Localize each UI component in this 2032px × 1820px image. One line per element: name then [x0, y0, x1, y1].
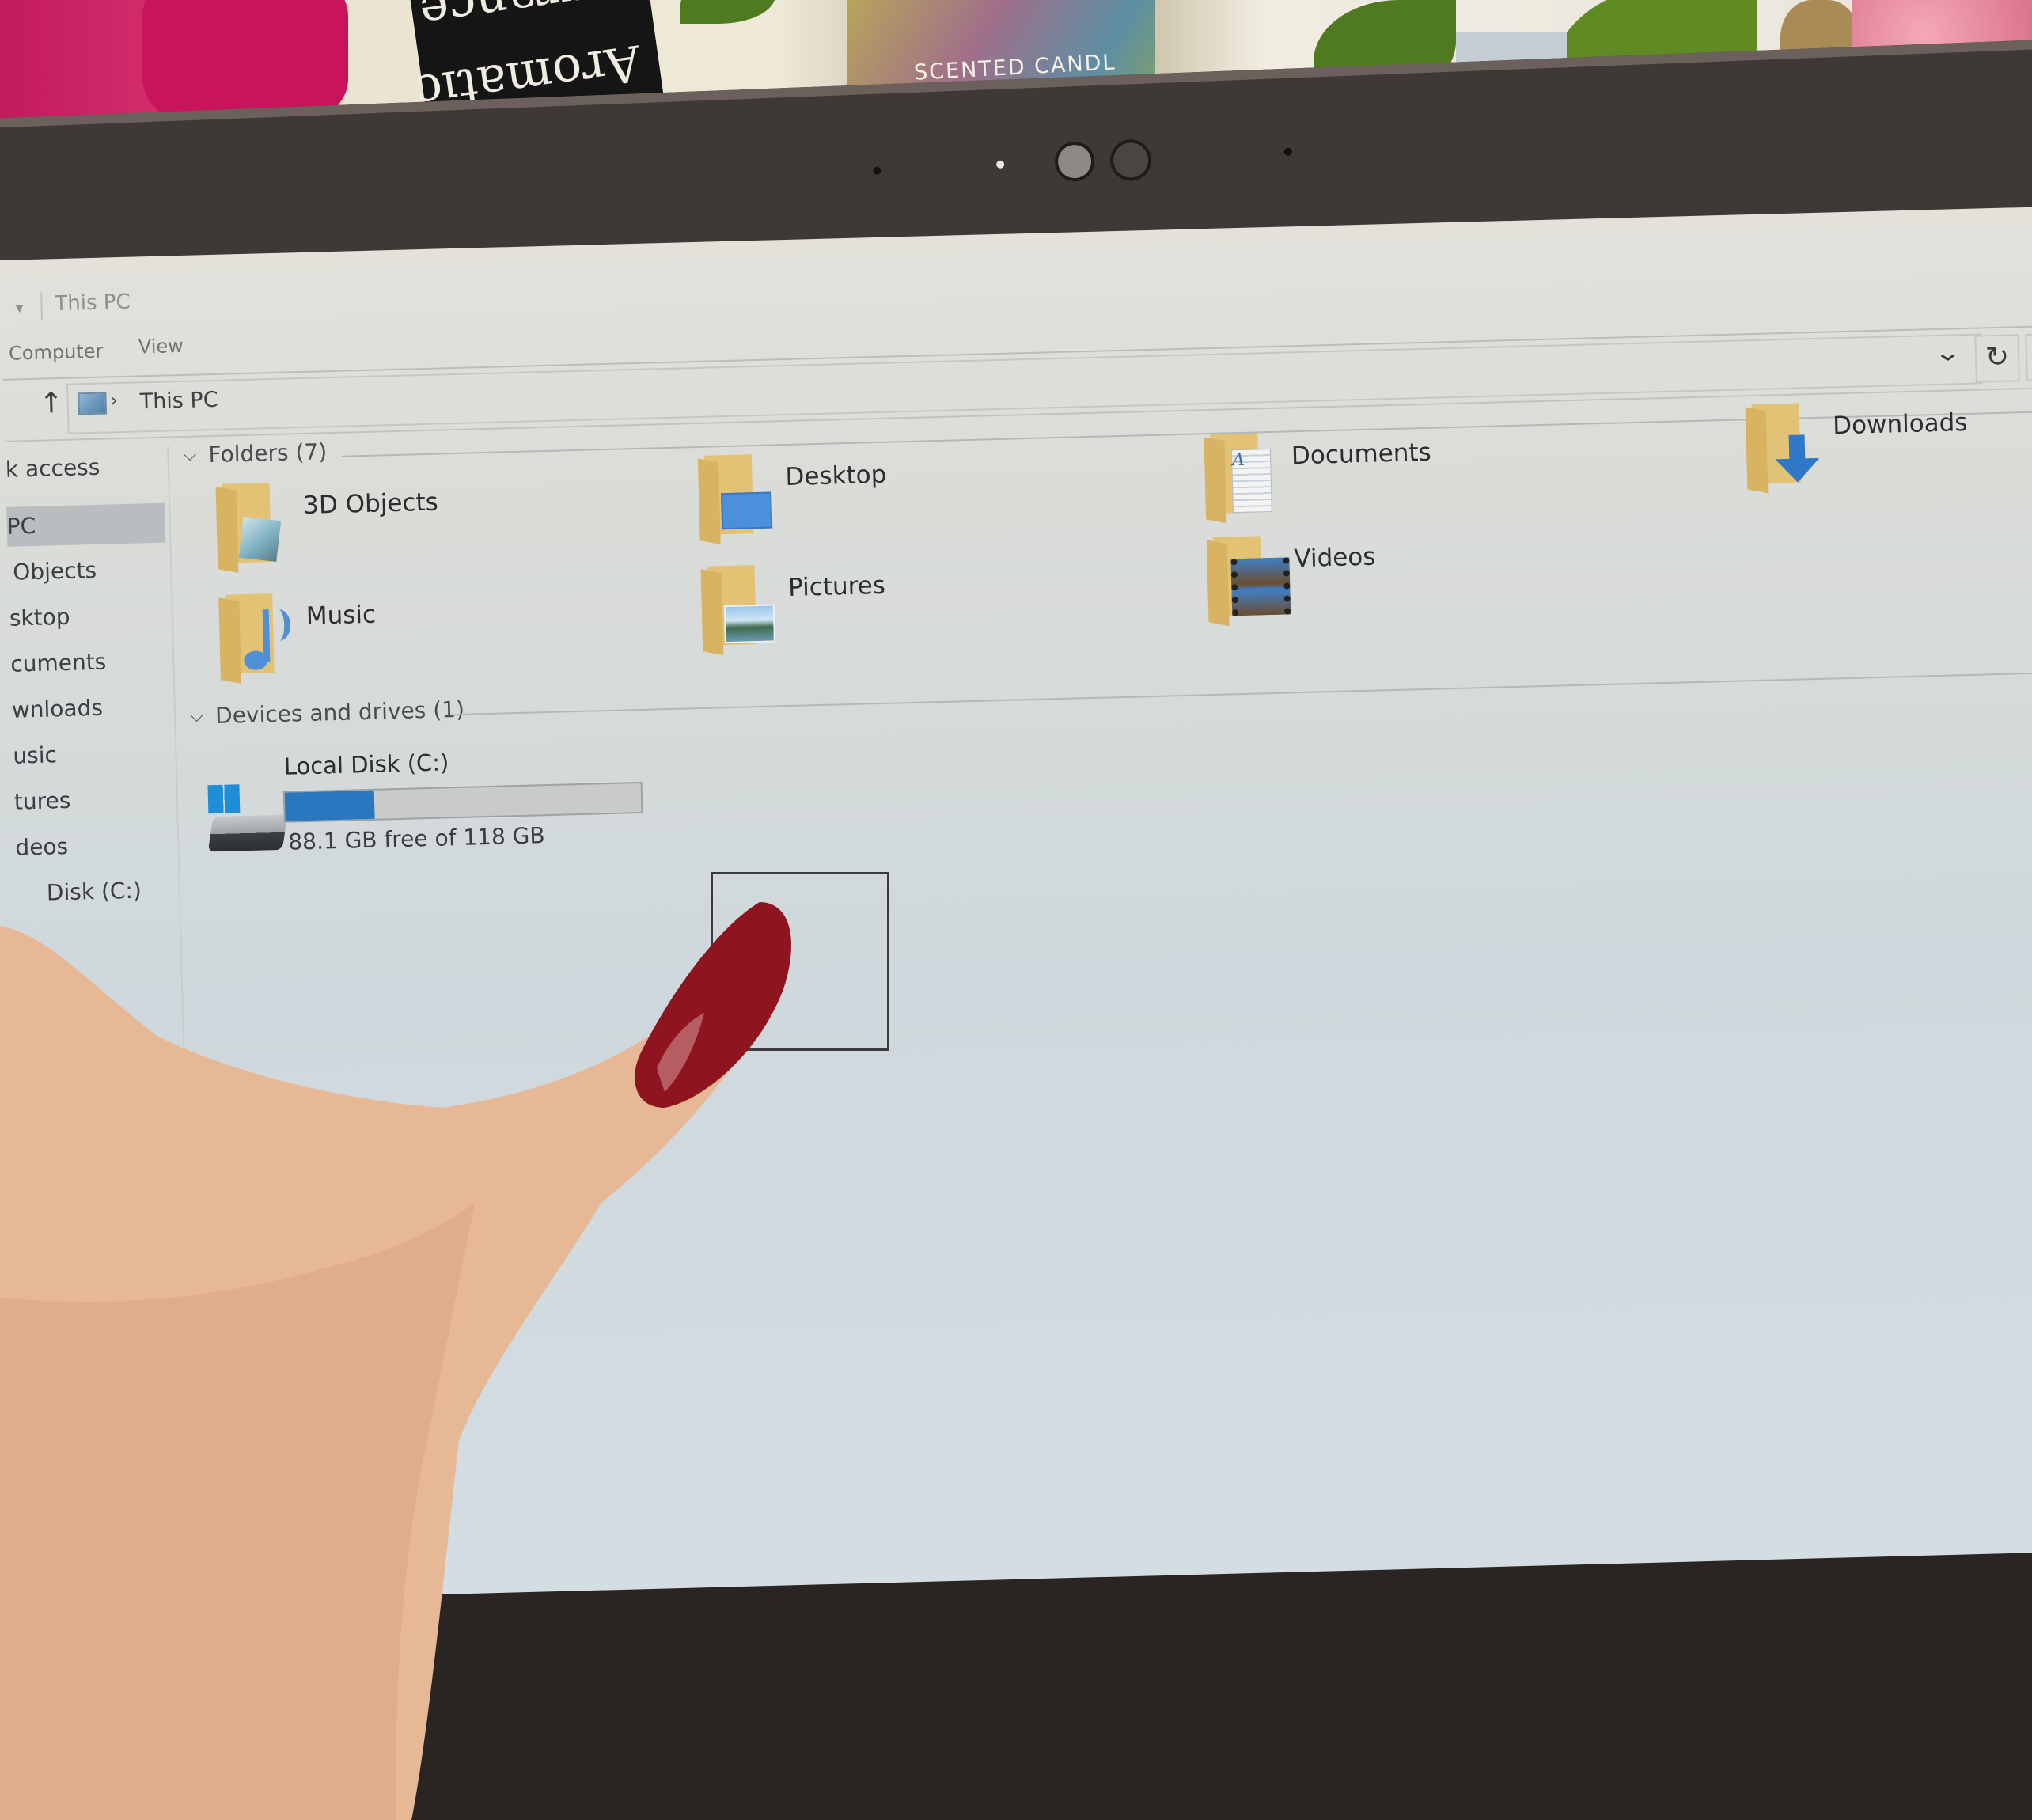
folder-name: 3D Objects: [302, 487, 439, 521]
group-label: Devices and drives (1): [214, 696, 465, 730]
refresh-icon[interactable]: ↻: [1974, 334, 2020, 383]
music-folder-icon: [218, 593, 291, 684]
tab-computer[interactable]: Computer: [9, 340, 104, 365]
sidebar-item-videos[interactable]: deos: [15, 824, 174, 867]
sidebar-item-this-pc[interactable]: PC: [6, 502, 166, 547]
drive-local-disk-c[interactable]: Local Disk (C:) 88.1 GB free of 118 GB: [191, 743, 907, 889]
sidebar-item-downloads[interactable]: wnloads: [11, 687, 170, 730]
thumbnail-polish: [635, 902, 791, 1108]
search-box[interactable]: S: [2025, 332, 2032, 381]
sidebar-item-label: wnloads: [11, 694, 104, 723]
folder-music[interactable]: Music: [218, 584, 632, 706]
chevron-down-icon[interactable]: ⌄: [1933, 339, 1962, 367]
sidebar-item-label: k access: [5, 453, 100, 483]
desktop-folder-icon: [697, 454, 773, 544]
folder-videos[interactable]: Videos: [1206, 527, 1621, 649]
sensor-dot: [1283, 147, 1293, 156]
sidebar-item-quick-access[interactable]: k access: [5, 446, 164, 490]
drive-usage-fill: [284, 790, 375, 821]
folder-downloads[interactable]: Downloads: [1745, 394, 2032, 516]
pictures-folder-icon: [700, 565, 775, 655]
folder-documents[interactable]: A Documents: [1204, 424, 1617, 546]
webcam-lens: [1054, 141, 1096, 183]
sidebar-item-label: tures: [13, 787, 71, 815]
breadcrumb-separator[interactable]: ›: [109, 389, 118, 412]
window-title: This PC: [55, 290, 131, 317]
sidebar-item-label: usic: [12, 741, 58, 769]
drive-usage-bar: [282, 781, 643, 823]
hand-pointing: [0, 902, 791, 1820]
sidebar-item-label: PC: [6, 512, 36, 540]
group-rule: [451, 670, 2032, 716]
title-divider: [40, 292, 44, 321]
folder-name: Pictures: [787, 571, 886, 603]
documents-folder-icon: A: [1204, 433, 1272, 524]
sidebar-item-label: Objects: [12, 556, 97, 586]
3d-objects-folder-icon: [215, 483, 282, 573]
this-pc-icon: [78, 392, 108, 415]
folder-desktop[interactable]: Desktop: [697, 445, 1112, 567]
ir-sensor: [1109, 138, 1153, 182]
folder-pictures[interactable]: Pictures: [700, 555, 1114, 677]
drive-name: Local Disk (C:): [283, 749, 449, 780]
downloads-folder-icon: [1745, 403, 1821, 494]
folder-name: Videos: [1293, 542, 1376, 574]
sidebar-item-label: cuments: [9, 648, 107, 677]
folder-name: Downloads: [1832, 408, 1968, 441]
folder-name: Documents: [1291, 438, 1432, 471]
folder-3d-objects[interactable]: 3D Objects: [215, 473, 629, 595]
folder-name: Music: [305, 600, 377, 631]
sidebar-item-label: deos: [14, 832, 69, 861]
tab-view[interactable]: View: [138, 335, 184, 358]
sensor-dot: [873, 166, 881, 175]
videos-folder-icon: [1206, 536, 1291, 627]
group-label: Folders (7): [208, 438, 328, 468]
drive-free-space: 88.1 GB free of 118 GB: [287, 822, 545, 855]
sidebar-item-music[interactable]: usic: [13, 733, 172, 776]
sidebar-item-3d-objects[interactable]: Objects: [8, 548, 172, 592]
plant-leaf: [680, 0, 775, 24]
sidebar-item-documents[interactable]: cuments: [10, 641, 169, 684]
qat-dropdown-icon[interactable]: ▾: [15, 298, 24, 317]
sidebar-item-pictures[interactable]: tures: [13, 778, 172, 821]
breadcrumb-this-pc[interactable]: This PC: [139, 388, 218, 415]
folder-name: Desktop: [785, 460, 887, 492]
chevron-down-icon[interactable]: ⌵: [190, 706, 203, 726]
chevron-down-icon[interactable]: ⌵: [183, 446, 196, 465]
led-dot: [995, 160, 1005, 169]
sidebar-item-label: sktop: [9, 603, 70, 631]
up-arrow-icon[interactable]: ↑: [39, 387, 63, 420]
poster-text-fragrance: Fragrance: [416, 0, 680, 42]
windows-drive-icon: [207, 783, 288, 857]
sidebar-item-desktop[interactable]: sktop: [9, 595, 168, 639]
